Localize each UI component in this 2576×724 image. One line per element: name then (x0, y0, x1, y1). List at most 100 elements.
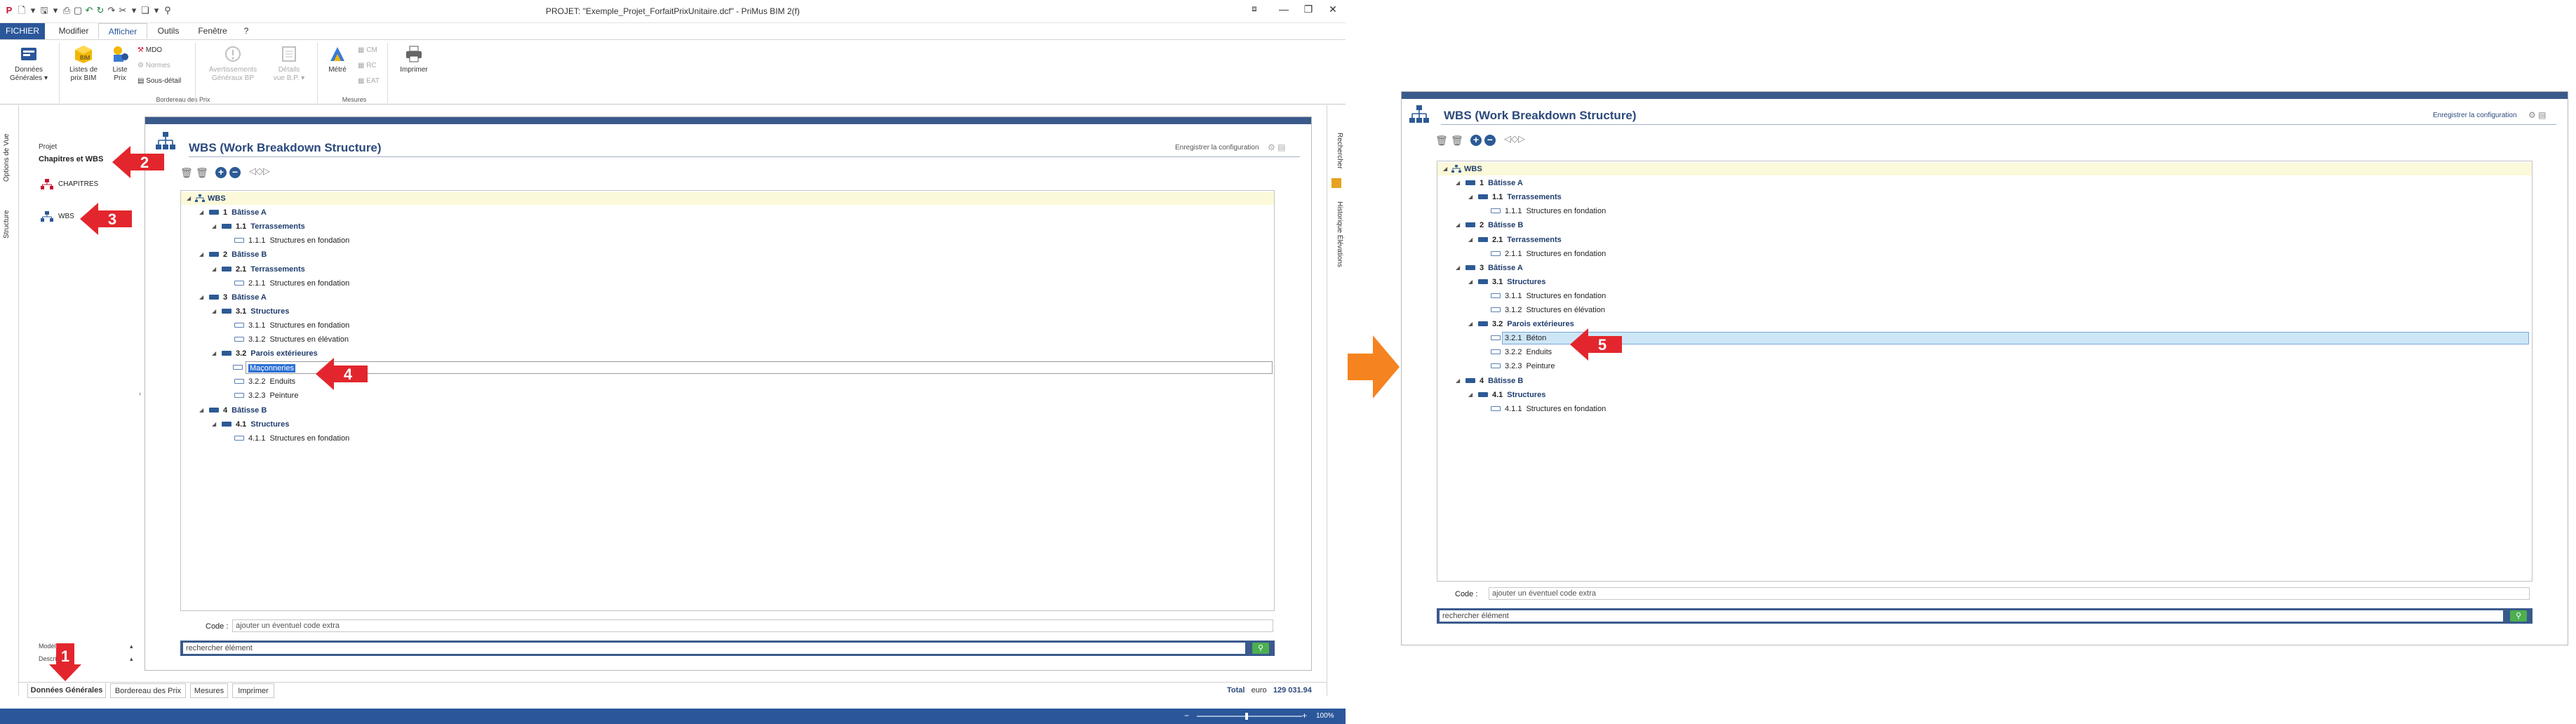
tab-bordereau-des-prix[interactable]: Bordereau des Prix (110, 683, 186, 698)
expand-toggle-icon[interactable]: ◢ (212, 418, 216, 431)
expand-toggle-icon[interactable]: ◢ (199, 248, 203, 261)
collapse-all-icon[interactable]: − (229, 167, 241, 178)
minimize-button[interactable]: — (1273, 4, 1294, 18)
delete-icon[interactable]: 🗑 (196, 168, 208, 177)
expand-toggle-icon[interactable]: ◢ (1468, 276, 1473, 288)
expand-toggle-icon[interactable]: ◢ (1468, 318, 1473, 330)
zoom-slider[interactable] (1197, 716, 1302, 717)
search-button-right[interactable]: ⚲ (2510, 610, 2527, 622)
listes-prix-bim-button[interactable]: BIM Listes de prix BIM (63, 44, 104, 83)
tab-mesures[interactable]: Mesures (190, 683, 228, 698)
tree-row[interactable]: ◢ 4 Bâtisse B (181, 404, 1274, 417)
code-input-right[interactable]: ajouter un éventuel code extra (1489, 587, 2530, 600)
collapse-all-icon[interactable]: − (1484, 135, 1496, 146)
tree-row[interactable]: 3.2.3 Peinture (1437, 360, 2532, 373)
nav-expander-icon[interactable]: ▴ (130, 655, 133, 663)
tab-rechercher[interactable]: Rechercher (1331, 119, 1343, 182)
tree-row[interactable]: 1.1.1 Structures en fondation (181, 234, 1274, 247)
expand-toggle-icon[interactable]: ◢ (212, 220, 216, 233)
sous-detail-button[interactable]: ▤ Sous-détail (137, 76, 181, 86)
tree-row[interactable]: ◢ 2.1 Terrassements (181, 263, 1274, 276)
config-icon[interactable]: ⚙ ▤ (2528, 110, 2546, 120)
menu-modifier[interactable]: Modifier (52, 23, 95, 39)
tree-row[interactable]: 2.1.1 Structures en fondation (181, 277, 1274, 290)
tree-row[interactable]: ◢ 4.1 Structures (1437, 389, 2532, 401)
tree-row[interactable]: 3.1.1 Structures en fondation (181, 319, 1274, 332)
tree-row[interactable]: ◢ 2.1 Terrassements (1437, 234, 2532, 246)
tree-row[interactable]: ◢ 4 Bâtisse B (1437, 375, 2532, 387)
tree-row[interactable]: ◢ 1 Bâtisse A (181, 206, 1274, 219)
tree-row[interactable]: ◢ 1 Bâtisse A (1437, 177, 2532, 189)
expand-toggle-icon[interactable]: ◢ (212, 347, 216, 360)
panel-collapse-icon[interactable]: ‹ (139, 390, 145, 401)
cm-button[interactable]: ▦ CM (358, 46, 377, 55)
tree-root-row[interactable]: ◢ WBS (181, 192, 1274, 205)
expand-toggle-icon[interactable]: ◢ (199, 291, 203, 304)
zoom-slider-thumb[interactable] (1245, 713, 1248, 720)
expand-all-icon[interactable]: + (1470, 135, 1482, 146)
delete-all-icon[interactable]: 🗑 (180, 168, 193, 177)
move-arrows-icon[interactable]: ◁◇▷ (249, 166, 270, 176)
expand-toggle-icon[interactable]: ◢ (1456, 177, 1460, 189)
zoom-in-icon[interactable]: + (1302, 711, 1307, 720)
tree-row[interactable]: ◢ 3.1 Structures (1437, 276, 2532, 288)
liste-prix-button[interactable]: Liste Prix (104, 44, 136, 83)
tree-row[interactable]: 3.1.2 Structures en élévation (181, 333, 1274, 346)
config-icon[interactable]: ⚙ ▤ (1268, 142, 1285, 152)
donnees-generales-button[interactable]: Données Générales ▾ (6, 44, 52, 83)
expand-toggle-icon[interactable]: ◢ (1468, 389, 1473, 401)
tree-row[interactable]: 3.1.1 Structures en fondation (1437, 290, 2532, 302)
move-arrows-icon[interactable]: ◁◇▷ (1504, 134, 1525, 144)
menu-afficher[interactable]: Afficher (98, 23, 147, 39)
search-input-left[interactable]: rechercher élément (183, 643, 1245, 654)
tab-imprimer[interactable]: Imprimer (232, 683, 274, 698)
tree-row[interactable]: ◢ 3 Bâtisse A (1437, 262, 2532, 274)
save-configuration-link-right[interactable]: Enregistrer la configuration (2433, 112, 2517, 119)
search-button-left[interactable]: ⚲ (1252, 643, 1269, 654)
imprimer-ribbon-button[interactable]: Imprimer (393, 44, 435, 74)
tree-row[interactable]: ◢ 2 Bâtisse B (181, 248, 1274, 261)
normes-button[interactable]: ⚙ Normes (137, 61, 170, 71)
expand-toggle-icon[interactable]: ◢ (1468, 191, 1473, 203)
zoom-out-icon[interactable]: − (1184, 711, 1189, 720)
expand-all-icon[interactable]: + (215, 167, 227, 178)
tab-donnees-generales[interactable]: Données Générales (27, 683, 106, 698)
tree-row[interactable]: 1.1.1 Structures en fondation (1437, 205, 2532, 217)
mdo-button[interactable]: ⚒ MDO (137, 46, 162, 55)
expand-toggle-icon[interactable]: ◢ (1468, 234, 1473, 246)
expand-toggle-icon[interactable]: ◢ (1456, 262, 1460, 274)
menu-fenetre[interactable]: Fenêtre (191, 23, 234, 39)
tree-row[interactable]: 2.1.1 Structures en fondation (1437, 248, 2532, 260)
tree-row[interactable]: 4.1.1 Structures en fondation (181, 432, 1274, 445)
tree-row[interactable]: ◢ 1.1 Terrassements (181, 220, 1274, 233)
tree-row[interactable]: 4.1.1 Structures en fondation (1437, 403, 2532, 415)
expand-toggle-icon[interactable]: ◢ (1456, 219, 1460, 232)
menu-outils[interactable]: Outils (150, 23, 187, 39)
tree-root-row[interactable]: ◢ WBS (1437, 163, 2532, 175)
rc-button[interactable]: ▦ RC (358, 61, 377, 71)
nav-expander-icon[interactable]: ▴ (130, 643, 133, 650)
search-input-right[interactable]: rechercher élément (1440, 610, 2503, 622)
expand-toggle-icon[interactable]: ◢ (199, 404, 203, 417)
save-configuration-link-left[interactable]: Enregistrer la configuration (1175, 144, 1259, 152)
eat-button[interactable]: ▦ EAT (358, 76, 380, 86)
delete-icon[interactable]: 🗑 (1451, 135, 1463, 145)
tab-structure[interactable]: Structure (3, 196, 15, 253)
close-button[interactable]: ✕ (1322, 4, 1343, 18)
menu-fichier[interactable]: FICHIER (0, 23, 45, 39)
expand-toggle-icon[interactable]: ◢ (1443, 163, 1447, 175)
details-vue-bp-button[interactable]: Détails vue B.P. ▾ (268, 44, 310, 83)
expand-toggle-icon[interactable]: ◢ (212, 263, 216, 276)
tree-row[interactable]: ◢ 3.1 Structures (181, 305, 1274, 318)
menu-help[interactable]: ? (237, 23, 255, 39)
restore-button[interactable]: ❐ (1298, 4, 1319, 18)
tree-row[interactable]: ◢ 1.1 Terrassements (1437, 191, 2532, 203)
tree-row[interactable]: ◢ 3 Bâtisse A (181, 291, 1274, 304)
tree-row[interactable]: ◢ 4.1 Structures (181, 418, 1274, 431)
metre-button[interactable]: Métré (321, 44, 354, 74)
tree-row[interactable]: 3.1.2 Structures en élévation (1437, 304, 2532, 316)
avertissements-button[interactable]: Avertissements Généraux BP (201, 44, 265, 83)
tree-row[interactable]: 3.2.3 Peinture (181, 389, 1274, 402)
expand-toggle-icon[interactable]: ◢ (212, 305, 216, 318)
tree-row[interactable]: ◢ 2 Bâtisse B (1437, 219, 2532, 232)
